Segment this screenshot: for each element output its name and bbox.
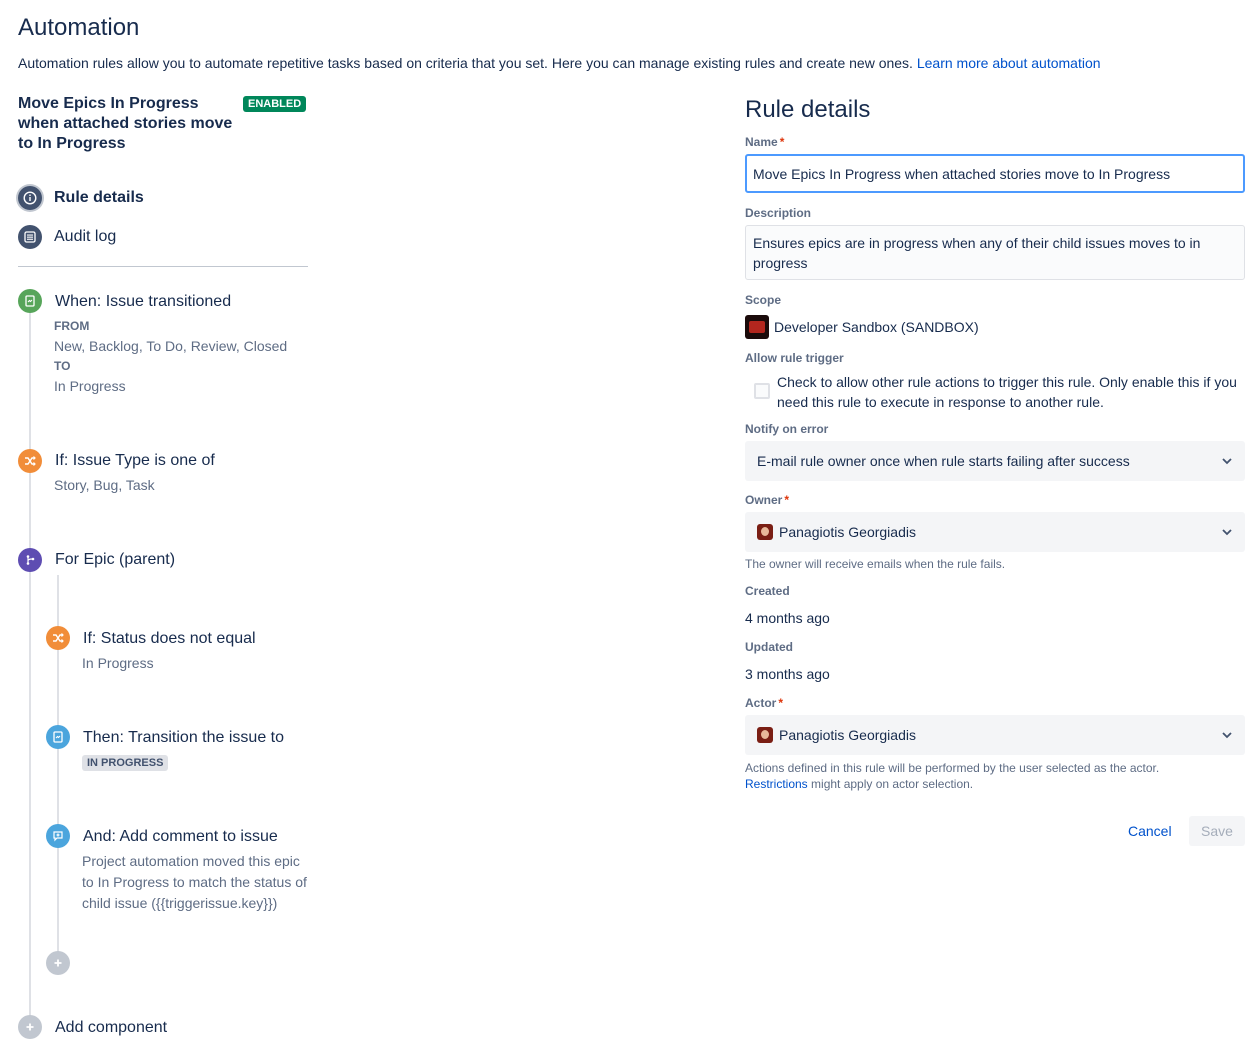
actor-help-tail: might apply on actor selection. bbox=[811, 777, 974, 791]
condition-status-value: In Progress bbox=[82, 655, 154, 671]
allow-trigger-checkbox[interactable] bbox=[754, 383, 770, 399]
nav-audit-log[interactable]: Audit log bbox=[18, 224, 116, 250]
chevron-down-icon bbox=[1221, 455, 1233, 467]
branch-icon bbox=[18, 548, 42, 572]
trigger-from-label: FROM bbox=[54, 319, 90, 333]
owner-value: Panagiotis Georgiadis bbox=[779, 524, 916, 540]
project-avatar bbox=[745, 315, 769, 339]
action-comment-line-1: Project automation moved this epic bbox=[82, 853, 300, 869]
condition-issue-type-title[interactable]: If: Issue Type is one of bbox=[55, 452, 215, 470]
rule-name: Move Epics In Progress when attached sto… bbox=[18, 95, 233, 152]
plus-icon bbox=[54, 959, 62, 967]
chevron-down-icon bbox=[1221, 526, 1233, 538]
allow-trigger-line-1: Check to allow other rule actions to tri… bbox=[777, 374, 1237, 390]
allow-trigger-text: Check to allow other rule actions to tri… bbox=[777, 372, 1237, 412]
action-comment-title[interactable]: And: Add comment to issue bbox=[83, 828, 278, 846]
actor-help-text: Actions defined in this rule will be per… bbox=[745, 760, 1159, 792]
cancel-button[interactable]: Cancel bbox=[1120, 816, 1180, 846]
divider bbox=[18, 266, 308, 267]
add-component-button[interactable]: Add component bbox=[55, 1019, 167, 1037]
comment-icon bbox=[46, 824, 70, 848]
intro-text: Automation rules allow you to automate r… bbox=[18, 55, 1101, 71]
transition-icon bbox=[46, 725, 70, 749]
branch-title[interactable]: For Epic (parent) bbox=[55, 551, 175, 569]
name-input[interactable]: Move Epics In Progress when attached sto… bbox=[745, 154, 1245, 193]
list-icon bbox=[18, 225, 42, 249]
shuffle-icon bbox=[18, 449, 42, 473]
trigger-icon bbox=[18, 289, 42, 313]
actor-help-line-2: Restrictions might apply on actor select… bbox=[745, 776, 1159, 792]
notify-select[interactable]: E-mail rule owner once when rule starts … bbox=[745, 441, 1245, 481]
info-icon bbox=[18, 186, 42, 210]
owner-select[interactable]: Panagiotis Georgiadis bbox=[745, 512, 1245, 552]
notify-value: E-mail rule owner once when rule starts … bbox=[757, 453, 1130, 469]
trigger-to-value: In Progress bbox=[54, 378, 126, 394]
created-label: Created bbox=[745, 584, 790, 598]
intro-description: Automation rules allow you to automate r… bbox=[18, 55, 913, 71]
owner-help-text: The owner will receive emails when the r… bbox=[745, 557, 1006, 571]
avatar bbox=[757, 727, 773, 743]
created-value: 4 months ago bbox=[745, 610, 830, 626]
nav-rule-details[interactable]: Rule details bbox=[18, 185, 144, 211]
nav-audit-log-label: Audit log bbox=[54, 228, 117, 245]
description-label: Description bbox=[745, 206, 812, 220]
scope: Developer Sandbox (SANDBOX) bbox=[745, 315, 979, 339]
rule-details-title: Rule details bbox=[745, 96, 871, 123]
allow-trigger-label: Allow rule trigger bbox=[745, 351, 844, 365]
actor-label: Actor * bbox=[745, 696, 784, 710]
status-lozenge: IN PROGRESS bbox=[82, 755, 169, 771]
outer-connector-line bbox=[29, 300, 31, 1030]
actor-select[interactable]: Panagiotis Georgiadis bbox=[745, 715, 1245, 755]
required-marker: * bbox=[778, 696, 784, 710]
actor-help-line-1: Actions defined in this rule will be per… bbox=[745, 761, 1160, 775]
updated-value: 3 months ago bbox=[745, 666, 830, 682]
description-textarea[interactable]: Ensures epics are in progress when any o… bbox=[745, 225, 1245, 280]
nav-rule-details-label: Rule details bbox=[54, 189, 144, 206]
shuffle-icon bbox=[46, 626, 70, 650]
trigger-to-label: TO bbox=[54, 359, 71, 373]
allow-trigger-line-2: need this rule to execute in response to… bbox=[777, 394, 1104, 410]
owner-label: Owner * bbox=[745, 493, 790, 507]
plus-icon bbox=[18, 1015, 42, 1039]
notify-label: Notify on error bbox=[745, 422, 829, 436]
restrictions-link[interactable]: Restrictions bbox=[745, 777, 808, 791]
learn-more-link[interactable]: Learn more about automation bbox=[917, 55, 1101, 71]
status-badge[interactable]: ENABLED bbox=[243, 96, 307, 112]
add-branch-component-button[interactable] bbox=[46, 951, 70, 975]
chevron-down-icon bbox=[1221, 729, 1233, 741]
scope-value: Developer Sandbox (SANDBOX) bbox=[774, 319, 979, 335]
trigger-title[interactable]: When: Issue transitioned bbox=[55, 293, 231, 311]
action-transition-title[interactable]: Then: Transition the issue to bbox=[83, 729, 284, 747]
action-comment-line-3: child issue ({{triggerissue.key}}) bbox=[82, 895, 278, 911]
condition-status-title[interactable]: If: Status does not equal bbox=[83, 630, 256, 648]
save-button[interactable]: Save bbox=[1189, 816, 1245, 846]
action-comment-line-2: to In Progress to match the status of bbox=[82, 874, 307, 890]
condition-issue-type-value: Story, Bug, Task bbox=[54, 477, 155, 493]
name-label: Name * bbox=[745, 135, 785, 149]
required-marker: * bbox=[779, 135, 785, 149]
avatar bbox=[757, 524, 773, 540]
updated-label: Updated bbox=[745, 640, 793, 654]
actor-value: Panagiotis Georgiadis bbox=[779, 727, 916, 743]
scope-label: Scope bbox=[745, 293, 782, 307]
page-title: Automation bbox=[18, 14, 140, 41]
required-marker: * bbox=[784, 493, 790, 507]
trigger-from-value: New, Backlog, To Do, Review, Closed bbox=[54, 338, 288, 354]
